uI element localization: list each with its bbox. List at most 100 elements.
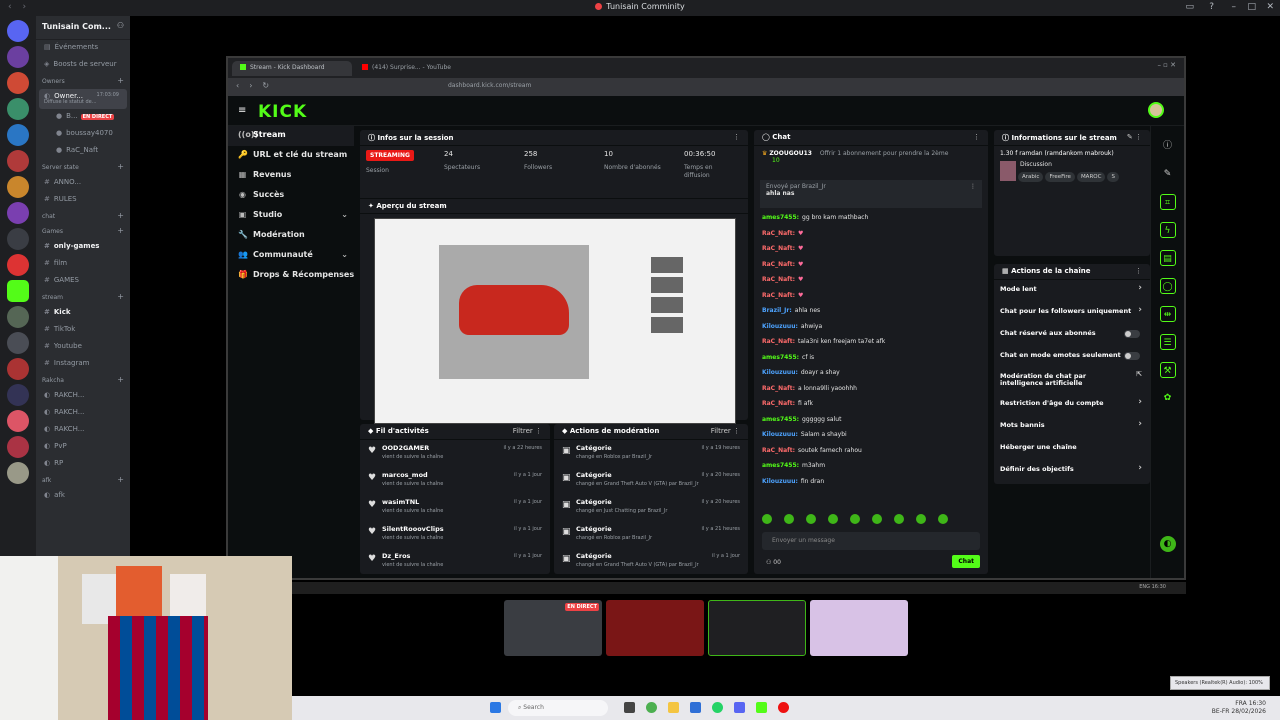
category-owners[interactable]: Owners + [36, 74, 130, 89]
channel-games[interactable]: # GAMES [36, 273, 130, 290]
participant-tile[interactable] [708, 600, 806, 656]
voice-channel-rp[interactable]: ◐ RP [36, 456, 130, 473]
address-bar[interactable]: ‹›↻ dashboard.kick.com/stream [228, 78, 1184, 96]
add-channel-icon[interactable]: + [117, 292, 124, 301]
chat-username[interactable]: RaC_Naft: [762, 245, 795, 252]
sidebar-item-stream[interactable]: ((o))Stream [228, 126, 354, 146]
action-followers-only[interactable]: Chat pour les followers uniquement › [994, 302, 1150, 324]
category-chat[interactable]: chat + [36, 209, 130, 224]
discord-icon[interactable] [734, 702, 745, 713]
list-icon[interactable]: ☰ [1159, 334, 1176, 350]
nav-buttons[interactable]: ‹›↻ [236, 81, 279, 90]
explorer-icon[interactable] [668, 702, 679, 713]
chat-username[interactable]: ames7455: [762, 462, 799, 469]
moderation-filter[interactable]: Filtrer ⋮ [711, 427, 740, 435]
voice-channel[interactable]: ◐ RAKCH... [36, 422, 130, 439]
sidebar-item-revenue[interactable]: ▦ Revenus [228, 166, 354, 186]
split-icon[interactable]: ⇹ [1159, 306, 1176, 322]
chat-username[interactable]: RaC_Naft: [762, 276, 795, 283]
minimize-button[interactable]: – [1232, 2, 1237, 12]
add-channel-icon[interactable]: + [117, 226, 124, 235]
channel-film[interactable]: # film [36, 256, 130, 273]
voice-channel-afk[interactable]: ◐ afk [36, 488, 130, 505]
sidebar-item-stream-key[interactable]: 🔑 URL et clé du stream [228, 146, 354, 166]
emote-icon[interactable] [828, 514, 838, 524]
more-icon[interactable]: ⋮ [973, 133, 980, 141]
layout-icon[interactable]: ⌗ [1159, 194, 1176, 210]
kick-server-icon[interactable] [7, 280, 29, 302]
voice-channel-pvp[interactable]: ◐ PvP [36, 439, 130, 456]
channel-only-games[interactable]: # only-games [36, 239, 130, 256]
participant-tile[interactable] [810, 600, 908, 656]
category-rakcha[interactable]: Rakcha + [36, 373, 130, 388]
events-link[interactable]: ▤ Événements [36, 40, 130, 57]
chat-input[interactable]: Envoyer un message [762, 532, 980, 550]
participant-tile[interactable]: EN DIRECT [504, 600, 602, 656]
emote-icon[interactable] [938, 514, 948, 524]
pencil-icon[interactable]: ✎ [1160, 166, 1176, 182]
sidebar-item-moderation[interactable]: 🔧 Modération [228, 226, 354, 246]
action-emotes-only[interactable]: Chat en mode emotes seulement [994, 346, 1150, 368]
emote-bar[interactable] [762, 514, 980, 528]
action-age-restriction[interactable]: Restriction d'âge du compte › [994, 394, 1150, 416]
add-channel-icon[interactable]: + [117, 375, 124, 384]
server-icon[interactable] [7, 72, 29, 94]
more-icon[interactable]: ⋮ [733, 133, 740, 141]
info-icon[interactable]: ⓘ [1160, 138, 1176, 154]
chat-username[interactable]: RaC_Naft: [762, 447, 795, 454]
discord-home-icon[interactable] [7, 20, 29, 42]
edit-icon[interactable]: ✎ ⋮ [1127, 133, 1142, 141]
emote-icon[interactable] [894, 514, 904, 524]
channel-announcements[interactable]: # ANNO... [36, 175, 130, 192]
server-icon[interactable] [7, 202, 29, 224]
add-channel-icon[interactable]: + [117, 211, 124, 220]
server-icon[interactable] [7, 228, 29, 250]
pin-icon[interactable]: ⋮ [970, 183, 976, 190]
voice-user[interactable]: ● boussay4070 [36, 126, 130, 143]
emote-icon[interactable] [762, 514, 772, 524]
help-icon[interactable]: ◐ [1159, 536, 1176, 552]
chat-username[interactable]: RaC_Naft: [762, 292, 795, 299]
tab-youtube[interactable]: (414) Surprise... - YouTube [354, 61, 474, 76]
action-ai-moderation[interactable]: Modération de chat par intelligence arti… [994, 368, 1150, 394]
server-icon[interactable] [7, 462, 29, 484]
stream-preview[interactable] [374, 218, 736, 424]
chat-username[interactable]: ames7455: [762, 354, 799, 361]
emote-icon[interactable] [784, 514, 794, 524]
chat-username[interactable]: RaC_Naft: [762, 400, 795, 407]
category-stream[interactable]: stream + [36, 290, 130, 305]
avatar[interactable] [1148, 102, 1164, 118]
chat-username[interactable]: ames7455: [762, 214, 799, 221]
channel-rules[interactable]: # RULES [36, 192, 130, 209]
chat-username[interactable]: RaC_Naft: [762, 261, 795, 268]
taskbar-search[interactable]: ⌕ Search [508, 700, 608, 716]
opera-icon[interactable] [778, 702, 789, 713]
voice-user[interactable]: ● RaC_Naft [36, 143, 130, 160]
inbox-icon[interactable]: ▭ [1185, 2, 1194, 12]
server-icon[interactable] [7, 436, 29, 458]
chat-username[interactable]: Kilouzuuu: [762, 478, 798, 485]
more-icon[interactable]: ⋮ [1135, 267, 1142, 275]
chrome-icon[interactable] [646, 702, 657, 713]
action-subscribers-only[interactable]: Chat réservé aux abonnés [994, 324, 1150, 346]
voice-channel[interactable]: ◐ RAKCH... [36, 388, 130, 405]
server-icon[interactable] [7, 124, 29, 146]
server-header[interactable]: Tunisain Com... ⚇ [36, 16, 130, 40]
emote-icon[interactable] [916, 514, 926, 524]
close-button[interactable]: ✕ [1266, 2, 1274, 12]
maximize-button[interactable]: □ [1247, 2, 1256, 12]
sidebar-item-drops[interactable]: 🎁 Drops & Récompenses [228, 266, 354, 286]
voice-channel[interactable]: ◐ RAKCH... [36, 405, 130, 422]
task-view-icon[interactable] [624, 702, 635, 713]
chat-username[interactable]: RaC_Naft: [762, 385, 795, 392]
emote-icon[interactable] [850, 514, 860, 524]
subscribers-only-toggle[interactable] [1124, 330, 1140, 338]
sidebar-item-community[interactable]: 👥 Communauté ⌄ [228, 246, 354, 266]
action-banned-words[interactable]: Mots bannis › [994, 416, 1150, 438]
participant-tile[interactable] [606, 600, 704, 656]
chat-username[interactable]: Kilouzuuu: [762, 369, 798, 376]
server-icon[interactable] [7, 332, 29, 354]
emote-icon[interactable] [872, 514, 882, 524]
whatsapp-icon[interactable] [712, 702, 723, 713]
chat-username[interactable]: RaC_Naft: [762, 230, 795, 237]
